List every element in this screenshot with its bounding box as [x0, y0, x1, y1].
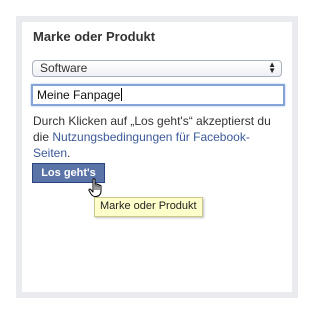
- terms-link[interactable]: Nutzungsbedingungen für Facebook-Seiten: [33, 130, 250, 160]
- hand-cursor-icon: [88, 178, 102, 197]
- category-select-value: Software: [40, 61, 88, 75]
- terms-text: Durch Klicken auf „Los geht's“ akzeptier…: [33, 113, 283, 161]
- page-name-value: Meine Fanpage: [37, 88, 121, 102]
- section-title: Marke oder Produkt: [33, 29, 156, 44]
- category-select[interactable]: Software ▲ ▼: [32, 60, 282, 77]
- page-name-input[interactable]: Meine Fanpage: [31, 84, 285, 106]
- select-arrows-icon: ▲ ▼: [268, 60, 276, 75]
- tooltip: Marke oder Produkt: [94, 197, 203, 217]
- text-caret: [121, 88, 123, 101]
- terms-suffix: .: [67, 146, 71, 160]
